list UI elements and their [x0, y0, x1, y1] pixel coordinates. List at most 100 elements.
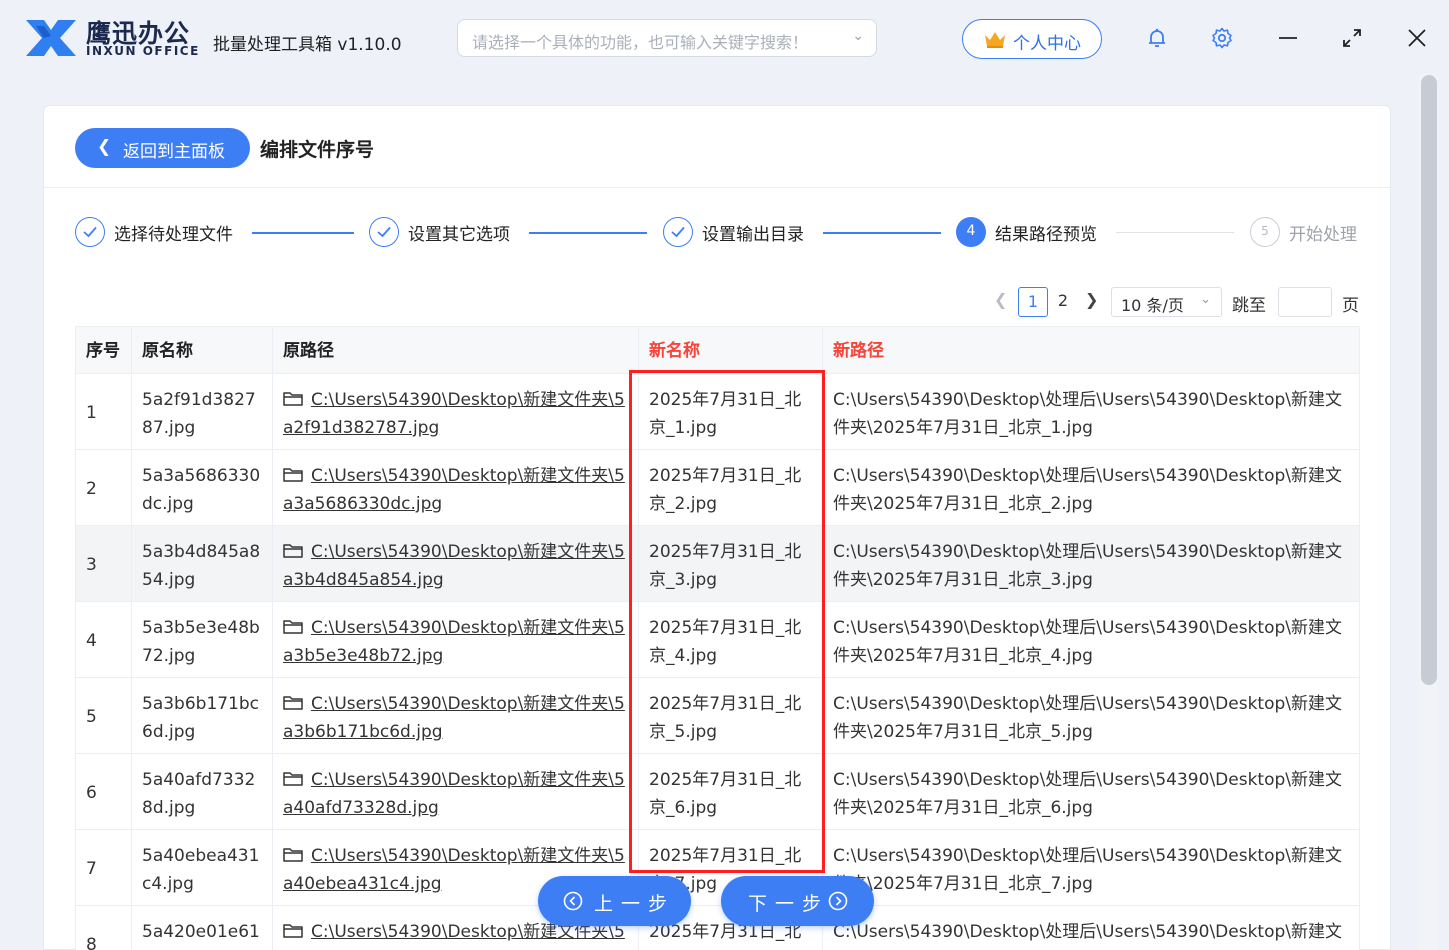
- chevron-left-icon[interactable]: ❮: [994, 290, 1007, 309]
- check-icon: [663, 217, 693, 247]
- column-header-index: 序号: [76, 327, 132, 375]
- page-1-button[interactable]: 1: [1018, 287, 1048, 317]
- cell-original-path: C:\Users\54390\Desktop\新建文件夹\5a3b5e3e48b…: [273, 602, 639, 678]
- cell-original-name: 5a2f91d382787.jpg: [132, 374, 273, 450]
- cell-index: 4: [76, 602, 132, 678]
- step-label: 开始处理: [1289, 225, 1357, 245]
- chevron-left-icon: ❮: [97, 137, 112, 157]
- cell-text: 6: [86, 783, 97, 803]
- step-label: 设置其它选项: [408, 225, 510, 245]
- cell-new-path: C:\Users\54390\Desktop\处理后\Users\54390\D…: [823, 906, 1359, 950]
- cell-new-name: 2025年7月31日_北京_4.jpg: [639, 602, 823, 678]
- cell-new-path: C:\Users\54390\Desktop\处理后\Users\54390\D…: [823, 526, 1359, 602]
- next-step-button[interactable]: 下一步: [721, 876, 874, 926]
- cell-text: C:\Users\54390\Desktop\处理后\Users\54390\D…: [833, 390, 1343, 438]
- cell-new-path: C:\Users\54390\Desktop\处理后\Users\54390\D…: [823, 450, 1359, 526]
- cell-original-path: C:\Users\54390\Desktop\新建文件夹\5a2f91d3827…: [273, 374, 639, 450]
- close-icon[interactable]: [1405, 26, 1429, 50]
- cell-original-path: C:\Users\54390\Desktop\新建文件夹\5a40afd7332…: [273, 754, 639, 830]
- cell-index: 7: [76, 830, 132, 906]
- folder-icon: [283, 620, 303, 634]
- original-path-link[interactable]: C:\Users\54390\Desktop\新建文件夹\5a: [283, 922, 625, 950]
- original-path-link[interactable]: C:\Users\54390\Desktop\新建文件夹\5a3b4d845a8…: [283, 542, 625, 590]
- table-row: 7 5a40ebea431c4.jpg C:\Users\54390\Desktop…: [76, 830, 1359, 906]
- chevron-down-icon[interactable]: ⌄: [852, 28, 864, 44]
- search-input[interactable]: 请选择一个具体的功能，也可输入关键字搜索！ ⌄: [457, 19, 877, 57]
- cell-index: 2: [76, 450, 132, 526]
- folder-icon: [283, 772, 303, 786]
- gear-icon[interactable]: [1210, 26, 1234, 50]
- minimize-icon[interactable]: [1276, 26, 1300, 50]
- table-header: 序号 原名称 原路径 新名称 新路径: [76, 326, 1359, 375]
- original-path-link[interactable]: C:\Users\54390\Desktop\新建文件夹\5a3a5686330…: [283, 466, 625, 514]
- cell-text: C:\Users\54390\Desktop\处理后\Users\54390\D…: [833, 542, 1343, 590]
- chevron-down-icon: ⌄: [1200, 292, 1211, 307]
- scrollbar-thumb[interactable]: [1421, 75, 1437, 685]
- cell-new-name: 2025年7月31日_北京_1.jpg: [639, 374, 823, 450]
- back-to-main-button[interactable]: ❮ 返回到主面板: [75, 128, 250, 168]
- circle-arrow-left-icon: [563, 891, 583, 911]
- cell-text: 1: [86, 403, 97, 423]
- table-row: 2 5a3a5686330dc.jpg C:\Users\54390\Desktop…: [76, 450, 1359, 526]
- cell-text: 3: [86, 555, 97, 575]
- original-path-link[interactable]: C:\Users\54390\Desktop\新建文件夹\5a3b6b171bc…: [283, 694, 625, 742]
- cell-text: 5: [86, 707, 97, 727]
- divider: [44, 187, 1390, 188]
- title-bar: 鹰迅办公 INXUN OFFICE 批量处理工具箱 v1.10.0 请选择一个具…: [0, 0, 1449, 78]
- bell-icon[interactable]: [1145, 26, 1169, 50]
- folder-icon: [283, 696, 303, 710]
- cell-original-name: 5a3a5686330dc.jpg: [132, 450, 273, 526]
- original-path-link[interactable]: C:\Users\54390\Desktop\新建文件夹\5a2f91d3827…: [283, 390, 625, 438]
- cell-text: C:\Users\54390\Desktop\处理后\Users\54390\D…: [833, 846, 1343, 894]
- table-row: 4 5a3b5e3e48b72.jpg C:\Users\54390\Desktop…: [76, 602, 1359, 678]
- step-label: 选择待处理文件: [114, 225, 233, 245]
- chevron-right-icon[interactable]: ❯: [1085, 290, 1098, 309]
- cell-text: C:\Users\54390\Desktop\处理后\Users\54390\D…: [833, 694, 1343, 742]
- user-center-button[interactable]: 个人中心: [962, 19, 1102, 59]
- step-connector: [529, 232, 647, 234]
- table-row: 8 5a420e01e613 C:\Users\54390\Desktop\新建文件…: [76, 906, 1359, 950]
- cell-text: 8: [86, 935, 97, 950]
- cell-index: 6: [76, 754, 132, 830]
- cell-original-path: C:\Users\54390\Desktop\新建文件夹\5a3b4d845a8…: [273, 526, 639, 602]
- page-size-select[interactable]: 10 条/页 ⌄: [1111, 287, 1222, 317]
- cell-original-name: 5a3b4d845a854.jpg: [132, 526, 273, 602]
- cell-text: 5a2f91d382787.jpg: [142, 390, 256, 438]
- previous-step-button[interactable]: 上一步: [538, 876, 691, 926]
- cell-original-name: 5a3b5e3e48b72.jpg: [132, 602, 273, 678]
- search-placeholder: 请选择一个具体的功能，也可输入关键字搜索！: [472, 33, 809, 52]
- cell-text: C:\Users\54390\Desktop\处理后\Users\54390\D…: [833, 618, 1343, 666]
- crown-icon: [985, 32, 1005, 48]
- check-icon: [75, 217, 105, 247]
- cell-original-name: 5a3b6b171bc6d.jpg: [132, 678, 273, 754]
- maximize-icon[interactable]: [1340, 26, 1364, 50]
- cell-text: 5a3b6b171bc6d.jpg: [142, 694, 260, 742]
- cell-new-path: C:\Users\54390\Desktop\处理后\Users\54390\D…: [823, 374, 1359, 450]
- page-suffix: 页: [1342, 296, 1359, 316]
- cell-original-path: C:\Users\54390\Desktop\新建文件夹\5a3a5686330…: [273, 450, 639, 526]
- step-connector: [252, 232, 354, 234]
- goto-label: 跳至: [1232, 296, 1266, 316]
- cell-new-name: 2025年7月31日_北京_6.jpg: [639, 754, 823, 830]
- folder-icon: [283, 924, 303, 938]
- column-header-original-name: 原名称: [132, 327, 273, 375]
- cell-text: C:\Users\54390\Desktop\处理后\Users\54390\D…: [833, 466, 1343, 514]
- previous-step-label: 上一步: [594, 893, 676, 915]
- table-row: 6 5a40afd73328d.jpg C:\Users\54390\Desktop…: [76, 754, 1359, 830]
- cell-text: 7: [86, 859, 97, 879]
- goto-page-input[interactable]: [1278, 287, 1332, 317]
- cell-new-path: C:\Users\54390\Desktop\处理后\Users\54390\D…: [823, 830, 1359, 906]
- cell-text: 5a420e01e613: [142, 922, 260, 942]
- original-path-link[interactable]: C:\Users\54390\Desktop\新建文件夹\5a40afd7332…: [283, 770, 625, 818]
- user-center-label: 个人中心: [1013, 34, 1081, 54]
- result-table: 序号 原名称 原路径 新名称 新路径 1 5a2f91d382787.jpg C:\…: [75, 326, 1360, 950]
- page-title: 编排文件序号: [260, 139, 375, 161]
- page-2-button[interactable]: 2: [1048, 287, 1078, 317]
- main-panel: ❮ 返回到主面板 编排文件序号 选择待处理文件 设置其它选项 设置输出目录 4 …: [43, 105, 1391, 950]
- step-connector: [823, 232, 941, 234]
- cell-original-path: C:\Users\54390\Desktop\新建文件夹\5a3b6b171bc…: [273, 678, 639, 754]
- original-path-link[interactable]: C:\Users\54390\Desktop\新建文件夹\5a3b5e3e48b…: [283, 618, 625, 666]
- cell-text: 5a3a5686330dc.jpg: [142, 466, 261, 514]
- cell-text: 2025年7月31日_北京_1.jpg: [649, 390, 802, 438]
- table-row: 3 5a3b4d845a854.jpg C:\Users\54390\Desktop…: [76, 526, 1359, 602]
